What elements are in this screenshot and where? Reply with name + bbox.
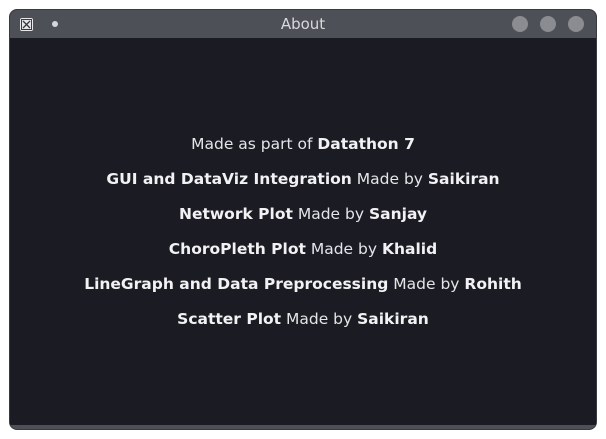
credit-made-by: Made by [388, 275, 465, 293]
credit-line-choropleth: ChoroPleth Plot Made by Khalid [10, 239, 596, 274]
credit-author: Saikiran [427, 170, 500, 188]
credit-feature: GUI and DataViz Integration [106, 170, 352, 188]
credit-author: Saikiran [357, 310, 429, 328]
maximize-button[interactable] [540, 16, 556, 32]
credit-line-network: Network Plot Made by Sanjay [10, 204, 596, 239]
credit-feature: Network Plot [178, 205, 293, 223]
credit-feature: Scatter Plot [177, 310, 282, 328]
minimize-button[interactable] [512, 16, 528, 32]
credit-line-gui: GUI and DataViz Integration Made by Saik… [10, 169, 596, 204]
window-bottom-border [10, 425, 596, 429]
close-button[interactable] [568, 16, 584, 32]
credit-made-by: Made by [292, 205, 369, 223]
credit-made-by: Made by [281, 310, 358, 328]
title-bar[interactable]: About [10, 10, 596, 38]
credit-line-scatter: Scatter Plot Made by Saikiran [10, 309, 596, 344]
credit-feature: LineGraph and Data Preprocessing [84, 275, 389, 293]
credit-author: Khalid [381, 240, 438, 258]
credit-line-datathon: Made as part of Datathon 7 [10, 134, 596, 169]
credit-feature: ChoroPleth Plot [168, 240, 306, 258]
credit-line-linegraph: LineGraph and Data Preprocessing Made by… [10, 274, 596, 309]
about-window: About Made as part of Datathon 7 GUI and… [10, 10, 596, 429]
credits-list: Made as part of Datathon 7 GUI and DataV… [10, 134, 596, 344]
about-content: Made as part of Datathon 7 GUI and DataV… [10, 38, 596, 425]
credit-prefix: Made as part of [191, 135, 318, 153]
credit-made-by: Made by [351, 170, 428, 188]
credit-author: Sanjay [368, 205, 428, 223]
event-name: Datathon 7 [317, 135, 415, 153]
window-title: About [280, 15, 326, 33]
credit-author: Rohith [464, 275, 522, 293]
credit-made-by: Made by [305, 240, 382, 258]
